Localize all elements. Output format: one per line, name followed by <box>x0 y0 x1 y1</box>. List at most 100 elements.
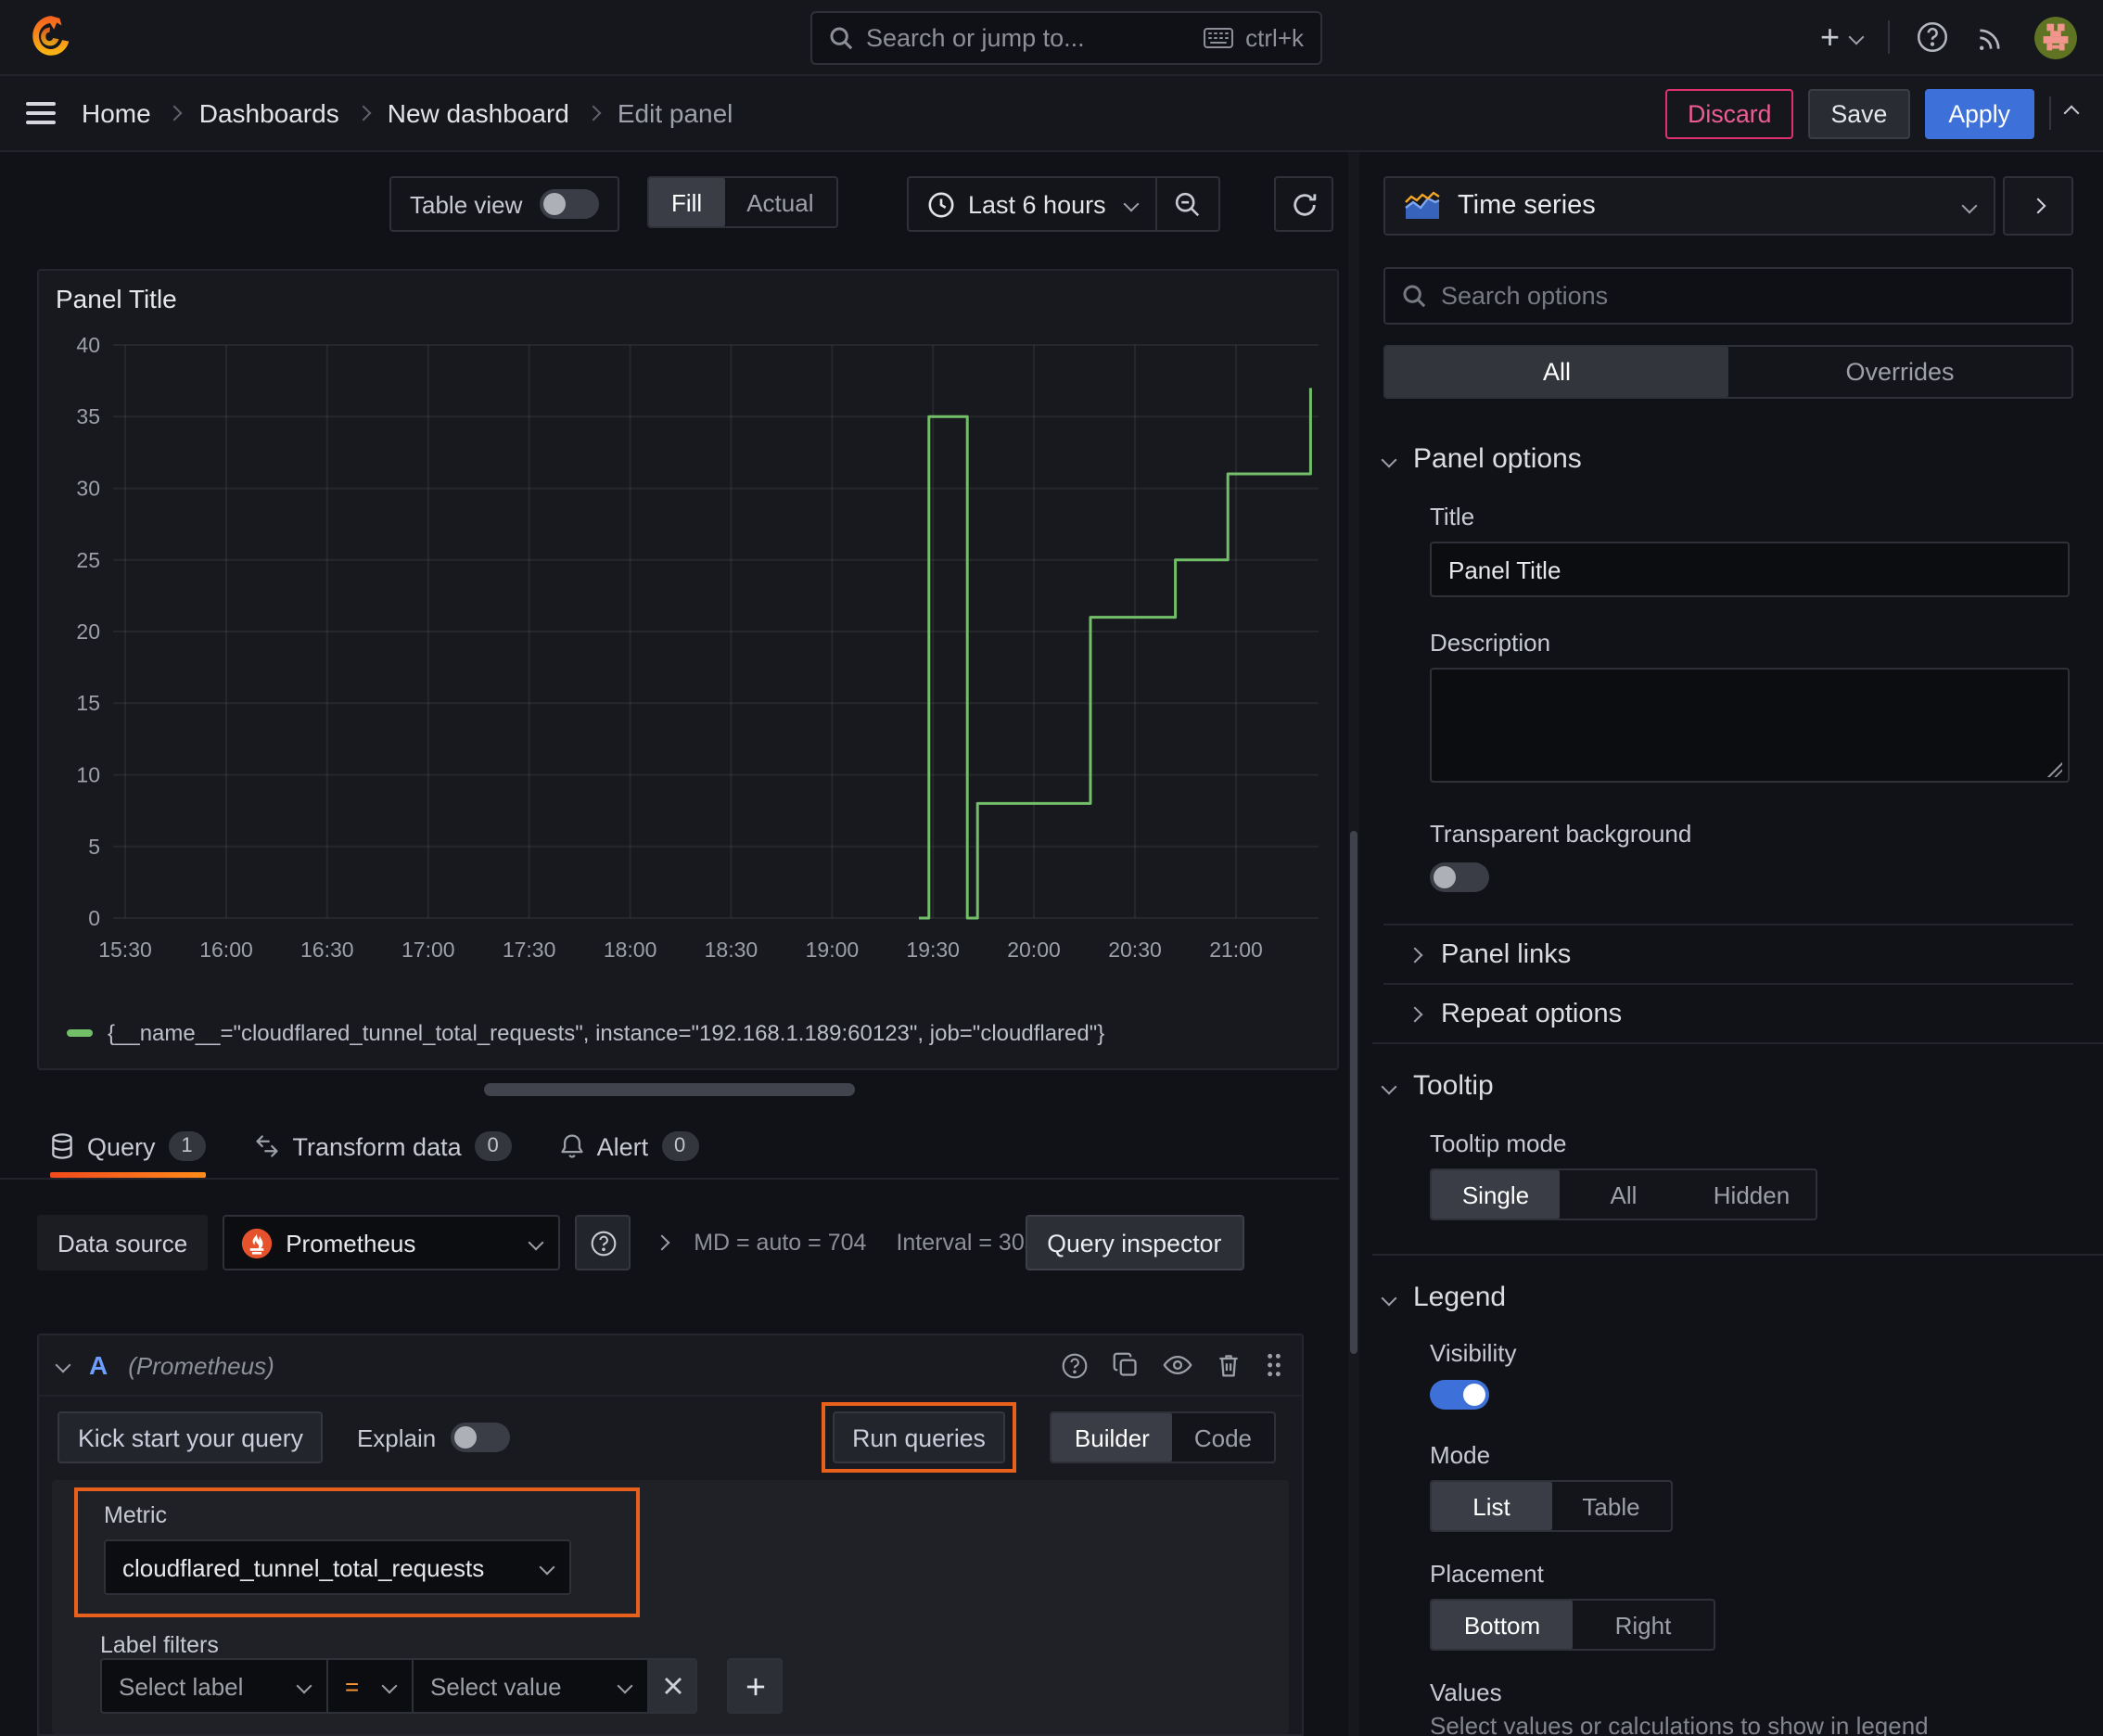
svg-text:17:00: 17:00 <box>401 938 455 962</box>
svg-text:16:00: 16:00 <box>199 938 253 962</box>
panel-toolbar: Table view Fill Actual Last 6 hours <box>0 176 1339 232</box>
panel-title-input[interactable] <box>1430 542 2070 597</box>
refresh-button[interactable] <box>1274 176 1333 232</box>
tab-alert[interactable]: Alert 0 <box>560 1131 699 1178</box>
options-search-input[interactable]: Search options <box>1383 267 2073 325</box>
collapse-sidebar-button[interactable] <box>2003 176 2073 236</box>
resize-grip-icon[interactable] <box>2047 762 2062 777</box>
tab-overrides[interactable]: Overrides <box>1728 347 2071 397</box>
breadcrumb-new-dashboard[interactable]: New dashboard <box>388 98 569 128</box>
panel-options-header[interactable]: Panel options <box>1381 443 2073 475</box>
table-view-toggle[interactable] <box>539 189 599 219</box>
placement-bottom-option[interactable]: Bottom <box>1432 1601 1573 1649</box>
top-bar: Search or jump to... ctrl+k + <box>0 0 2103 76</box>
fill-option[interactable]: Fill <box>649 178 725 226</box>
svg-text:35: 35 <box>76 404 100 428</box>
chevron-down-icon <box>528 1234 544 1251</box>
run-queries-button[interactable]: Run queries <box>832 1411 1006 1463</box>
query-help-icon[interactable] <box>1061 1351 1089 1379</box>
resize-handle[interactable] <box>484 1083 855 1096</box>
help-icon[interactable] <box>1916 20 1949 54</box>
visibility-label: Visibility <box>1430 1339 1517 1367</box>
select-label-dropdown[interactable]: Select label <box>100 1658 328 1714</box>
grafana-logo-icon[interactable] <box>26 13 74 61</box>
svg-text:15:30: 15:30 <box>98 938 152 962</box>
remove-filter-button[interactable] <box>649 1658 697 1714</box>
repeat-options-section[interactable]: Repeat options <box>1383 985 2073 1042</box>
legend-table-option[interactable]: Table <box>1551 1482 1671 1530</box>
bell-icon <box>560 1133 584 1159</box>
duplicate-query-icon[interactable] <box>1113 1352 1139 1378</box>
legend-mode-segmented: List Table <box>1430 1480 1673 1532</box>
tooltip-all-option[interactable]: All <box>1560 1170 1688 1219</box>
transparent-background-toggle[interactable] <box>1430 862 1489 892</box>
toggle-visibility-eye-icon[interactable] <box>1163 1354 1192 1376</box>
legend-list-option[interactable]: List <box>1432 1482 1551 1530</box>
scrollbar-thumb[interactable] <box>1350 831 1357 1354</box>
delete-query-trash-icon[interactable] <box>1217 1352 1241 1378</box>
query-inspector-button[interactable]: Query inspector <box>1025 1215 1244 1270</box>
user-avatar[interactable] <box>2034 16 2077 58</box>
legend-header[interactable]: Legend <box>1381 1282 2073 1313</box>
apply-button[interactable]: Apply <box>1924 88 2034 138</box>
new-menu-button[interactable]: + <box>1820 20 1865 54</box>
chevron-down-icon <box>617 1678 633 1694</box>
save-button[interactable]: Save <box>1808 88 1910 138</box>
legend-visibility-toggle[interactable] <box>1430 1380 1489 1410</box>
svg-text:18:00: 18:00 <box>604 938 657 962</box>
add-filter-button[interactable] <box>727 1658 783 1714</box>
tab-transform-data[interactable]: Transform data 0 <box>254 1131 512 1178</box>
code-option[interactable]: Code <box>1172 1413 1274 1462</box>
tooltip-title: Tooltip <box>1413 1070 1494 1102</box>
actual-option[interactable]: Actual <box>724 178 835 226</box>
description-textarea[interactable] <box>1430 668 2070 783</box>
builder-option[interactable]: Builder <box>1052 1413 1172 1462</box>
placement-right-option[interactable]: Right <box>1573 1601 1714 1649</box>
chart-legend[interactable]: {__name__="cloudflared_tunnel_total_requ… <box>67 1020 1104 1046</box>
chevron-down-icon <box>1961 198 1978 214</box>
time-range-label: Last 6 hours <box>968 190 1106 218</box>
metric-select[interactable]: cloudflared_tunnel_total_requests <box>104 1539 571 1595</box>
breadcrumb-home[interactable]: Home <box>82 98 151 128</box>
timeseries-viz-icon <box>1404 191 1441 221</box>
query-ref-id[interactable]: A <box>89 1350 108 1380</box>
svg-text:18:30: 18:30 <box>705 938 758 962</box>
tooltip-hidden-option[interactable]: Hidden <box>1688 1170 1816 1219</box>
datasource-select[interactable]: Prometheus <box>223 1215 561 1270</box>
time-range-picker[interactable]: Last 6 hours <box>909 178 1156 230</box>
timeseries-plot[interactable]: 0 5 10 15 20 25 30 35 40 15:30 16:00 16:30 17:00 17:3… <box>39 326 1341 976</box>
kick-start-button[interactable]: Kick start your query <box>57 1411 324 1463</box>
tab-query[interactable]: Query 1 <box>50 1131 206 1178</box>
select-value-dropdown[interactable]: Select value <box>414 1658 649 1714</box>
svg-text:16:30: 16:30 <box>300 938 354 962</box>
series-color-swatch <box>67 1029 93 1037</box>
fill-actual-segmented: Fill Actual <box>647 176 838 228</box>
datasource-help-button[interactable] <box>575 1215 631 1270</box>
explain-label: Explain <box>356 1423 437 1451</box>
hamburger-menu-icon[interactable] <box>26 102 56 124</box>
operator-dropdown[interactable]: = <box>328 1658 414 1714</box>
breadcrumb-dashboards[interactable]: Dashboards <box>199 98 339 128</box>
chevron-down-icon <box>1848 29 1865 45</box>
chevron-up-icon[interactable] <box>2063 105 2080 121</box>
chevron-down-icon <box>1381 451 1397 467</box>
clock-icon <box>927 190 955 218</box>
drag-handle-icon[interactable] <box>1265 1352 1283 1378</box>
global-search-input[interactable]: Search or jump to... ctrl+k <box>810 11 1322 65</box>
panel-links-section[interactable]: Panel links <box>1383 925 2073 983</box>
expand-options-icon[interactable] <box>654 1234 670 1251</box>
run-queries-annotation: Run queries <box>821 1402 1017 1473</box>
tab-all[interactable]: All <box>1385 347 1728 397</box>
tooltip-single-option[interactable]: Single <box>1432 1170 1560 1219</box>
tooltip-header[interactable]: Tooltip <box>1381 1070 2073 1102</box>
collapse-query-icon[interactable] <box>55 1357 71 1373</box>
operator-value: = <box>345 1672 360 1700</box>
visualization-select[interactable]: Time series <box>1383 176 1995 236</box>
discard-button[interactable]: Discard <box>1665 88 1794 138</box>
news-rss-icon[interactable] <box>1975 20 2008 54</box>
chevron-down-icon <box>381 1678 398 1694</box>
main-scrollbar[interactable] <box>1348 152 1359 1736</box>
zoom-out-button[interactable] <box>1155 178 1219 230</box>
explain-toggle[interactable] <box>451 1423 511 1452</box>
legend-title: Legend <box>1413 1282 1507 1313</box>
